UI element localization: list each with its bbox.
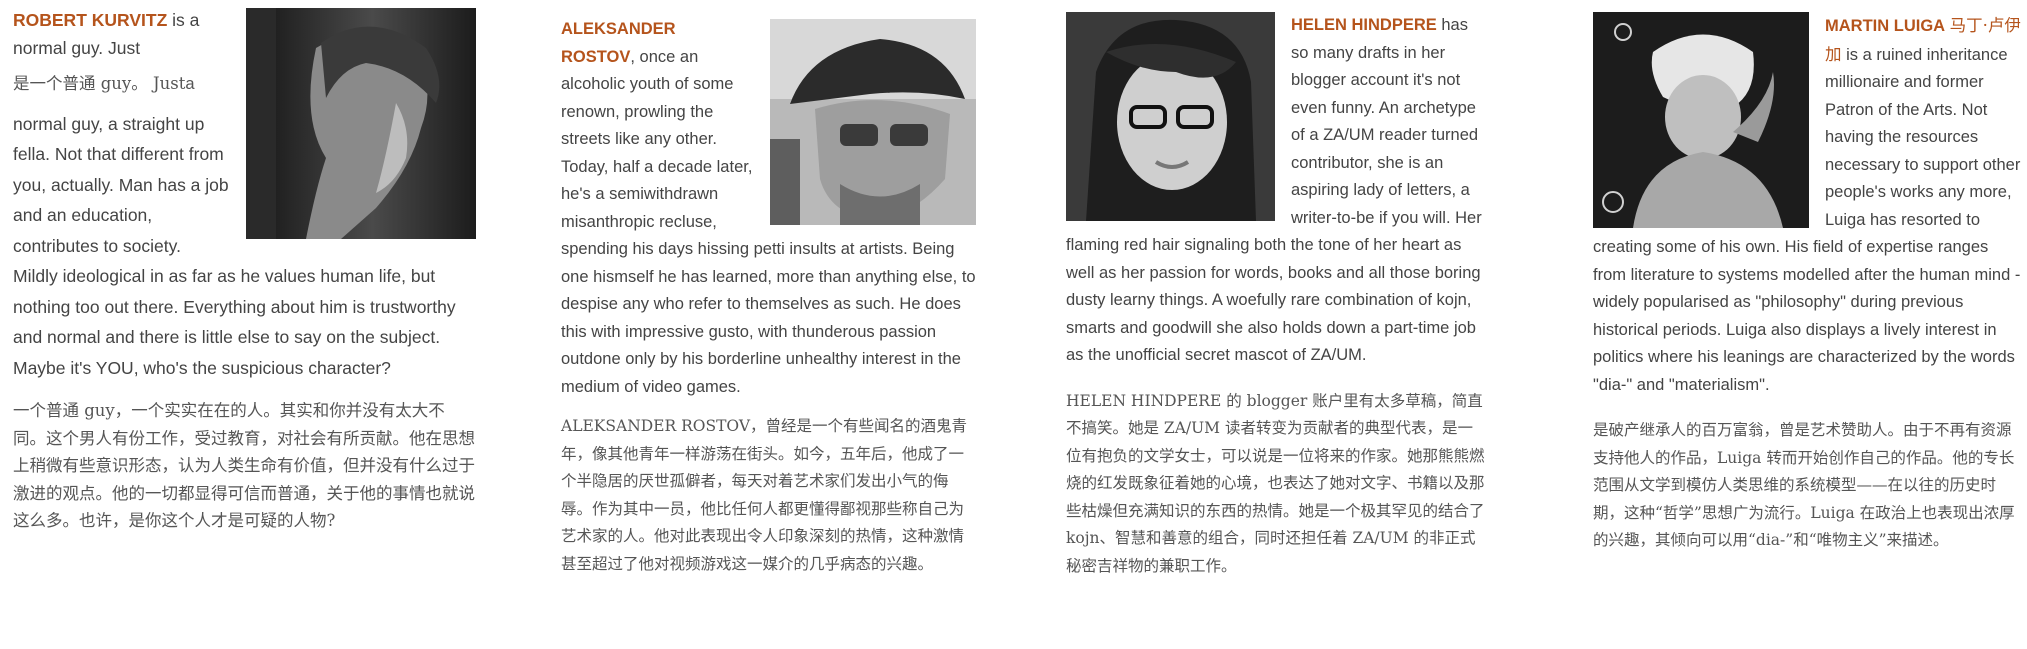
martin-luiga-bio-cn: 是破产继承人的百万富翁，曾是艺术赞助人。由于不再有资源支持他人的作品，Luiga… (1593, 421, 2015, 549)
portrait-photo-icon (1066, 12, 1275, 221)
portrait-photo-icon (770, 19, 976, 225)
robert-kurvitz-photo (246, 8, 476, 239)
helen-hindpere-name: HELEN HINDPERE (1291, 16, 1437, 34)
robert-kurvitz-bio-cn: 一个普通 guy，一个实实在在的人。其实和你并没有太大不同。这个男人有份工作，受… (13, 401, 475, 530)
profile-martin-luiga: MARTIN LUIGA 马丁·卢伊加 is a ruined inherita… (1593, 0, 2023, 555)
robert-kurvitz-name: ROBERT KURVITZ (13, 10, 168, 30)
robert-kurvitz-bio-cn-inline-tail: a (185, 75, 195, 93)
profile-aleksander-rostov: ALEKSANDER ROSTOV, once an alcoholic you… (561, 0, 976, 578)
martin-luiga-name: MARTIN LUIGA (1825, 17, 1946, 35)
helen-hindpere-photo (1066, 12, 1275, 221)
profile-robert-kurvitz: ROBERT KURVITZ is a normal guy. Just 是一个… (13, 0, 476, 535)
aleksander-rostov-photo (770, 19, 976, 225)
portrait-photo-icon (1593, 12, 1809, 228)
martin-luiga-photo (1593, 12, 1809, 228)
profile-helen-hindpere: HELEN HINDPERE has so many drafts in her… (1066, 0, 1486, 580)
helen-hindpere-bio-cn: HELEN HINDPERE 的 blogger 账户里有太多草稿，简直不搞笑。… (1066, 391, 1485, 575)
aleksander-rostov-bio-cn: ALEKSANDER ROSTOV，曾经是一个有些闻名的酒鬼青年，像其他青年一样… (561, 417, 968, 573)
portrait-photo-icon (246, 8, 476, 239)
robert-kurvitz-bio-cn-inline: 是一个普通 guy。 Just (13, 74, 186, 93)
